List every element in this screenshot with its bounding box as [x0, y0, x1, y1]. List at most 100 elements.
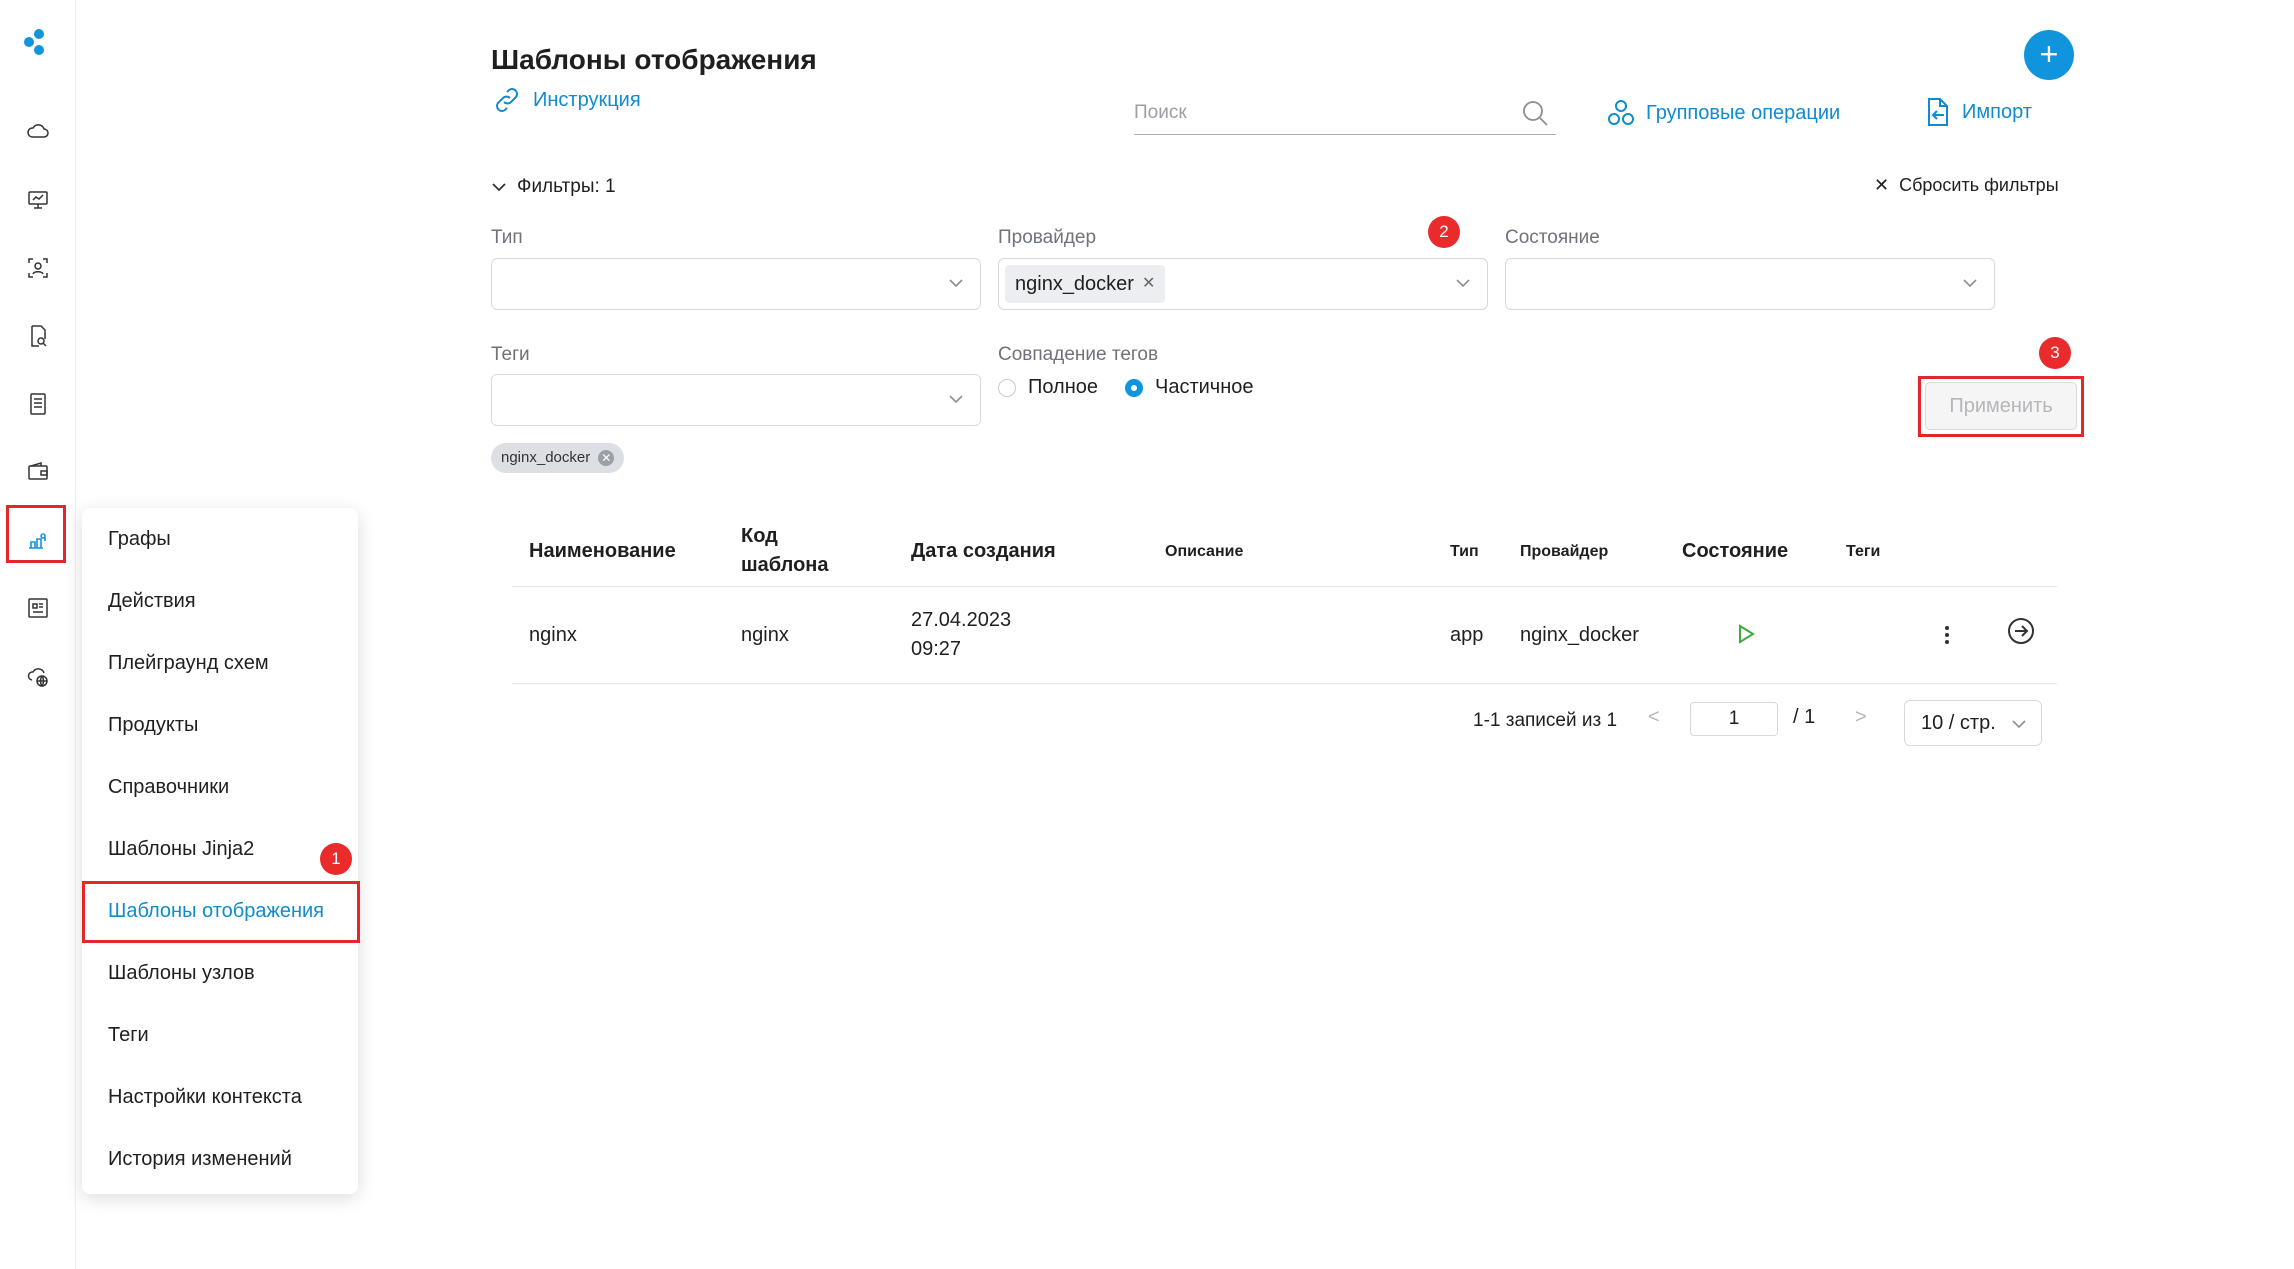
arrow-right-circle-icon[interactable]: [2006, 616, 2036, 646]
menu-item-tags[interactable]: Теги: [108, 1024, 149, 1047]
col-header-description[interactable]: Описание: [1165, 537, 1243, 566]
radio-full[interactable]: Полное: [998, 376, 1098, 399]
group-operations-label: Групповые операции: [1646, 101, 1841, 124]
menu-item-actions[interactable]: Действия: [108, 590, 196, 613]
search-input[interactable]: [1134, 96, 1494, 130]
radio-circle-selected[interactable]: [1125, 378, 1143, 397]
menu-active-highlight: [82, 881, 360, 943]
radio-full-label: Полное: [1028, 376, 1099, 398]
app-logo-icon[interactable]: [22, 28, 50, 56]
filters-label: Фильтры: 1: [517, 176, 616, 197]
cell-code: nginx: [741, 624, 789, 646]
import-label: Импорт: [1962, 100, 2032, 123]
tags-label: Теги: [491, 344, 530, 365]
provider-chip-label: nginx_docker: [1015, 273, 1134, 295]
reset-filters-button[interactable]: ✕ Сбросить фильтры: [1874, 175, 2059, 196]
menu-item-context-settings[interactable]: Настройки контекста: [108, 1086, 302, 1109]
page-total: / 1: [1793, 706, 1816, 728]
chevron-down-icon: [949, 279, 963, 288]
col-header-code-line2[interactable]: шаблона: [741, 551, 829, 580]
instruction-link[interactable]: Инструкция: [491, 88, 641, 112]
col-header-code-line1[interactable]: Код: [741, 522, 778, 551]
close-circle-icon[interactable]: ✕: [598, 450, 615, 466]
tags-select[interactable]: [491, 374, 981, 426]
step-badge-1: 1: [320, 843, 352, 875]
provider-label: Провайдер: [998, 227, 1097, 248]
step-badge-3: 3: [2039, 337, 2071, 369]
pagination-summary: 1-1 записей из 1: [1473, 710, 1618, 731]
type-select[interactable]: [491, 258, 981, 310]
cloud-icon[interactable]: [24, 118, 52, 146]
rail-active-highlight: [6, 505, 66, 563]
applied-tag-label: nginx_docker: [501, 449, 591, 466]
cell-date-line1: 27.04.2023: [911, 609, 1012, 631]
list-document-icon[interactable]: [24, 390, 52, 418]
chevron-down-icon: [1456, 279, 1470, 288]
col-header-name[interactable]: Наименование: [529, 537, 676, 566]
cell-provider: nginx_docker: [1520, 624, 1639, 646]
menu-item-schema-playground[interactable]: Плейграунд схем: [108, 652, 269, 675]
col-header-type[interactable]: Тип: [1450, 537, 1479, 566]
search-icon[interactable]: [1520, 98, 1550, 128]
chevron-down-icon: [492, 183, 506, 192]
col-header-tags[interactable]: Теги: [1846, 537, 1880, 566]
page-number-input[interactable]: 1: [1690, 702, 1778, 736]
cloud-globe-icon[interactable]: [24, 662, 52, 690]
section-menu: Графы Действия Плейграунд схем Продукты …: [82, 508, 358, 1194]
cell-type: app: [1450, 624, 1484, 646]
chevron-down-icon: [1963, 279, 1977, 288]
menu-item-node-templates[interactable]: Шаблоны узлов: [108, 962, 255, 985]
group-operations-button[interactable]: Групповые операции: [1606, 98, 1840, 128]
radio-partial[interactable]: Частичное: [1125, 376, 1254, 399]
header-divider: [512, 586, 2057, 587]
state-label: Состояние: [1505, 227, 1600, 248]
reset-filters-label: Сбросить фильтры: [1899, 175, 2059, 195]
next-page-button[interactable]: >: [1855, 706, 1867, 729]
cell-date-line2: 09:27: [911, 638, 962, 660]
instruction-label: Инструкция: [533, 88, 641, 111]
wallet-icon[interactable]: [24, 458, 52, 486]
state-select[interactable]: [1505, 258, 1995, 310]
more-vertical-icon[interactable]: [1942, 620, 1952, 650]
row-divider: [512, 683, 2057, 684]
link-icon: [496, 88, 518, 112]
radio-partial-label: Частичное: [1155, 376, 1254, 398]
col-header-state[interactable]: Состояние: [1682, 537, 1788, 566]
col-header-provider[interactable]: Провайдер: [1520, 537, 1608, 566]
apply-highlight: [1918, 376, 2084, 437]
page-size-label: 10 / стр.: [1921, 712, 1996, 734]
dashboard-icon[interactable]: [24, 594, 52, 622]
page-size-select[interactable]: 10 / стр.: [1904, 700, 2042, 746]
provider-chip: nginx_docker ✕: [1005, 265, 1166, 303]
group-circles-icon: [1608, 100, 1634, 125]
chevron-down-icon: [2012, 720, 2026, 729]
radio-circle[interactable]: [998, 378, 1016, 397]
col-header-date[interactable]: Дата создания: [911, 537, 1056, 566]
menu-item-jinja2-templates[interactable]: Шаблоны Jinja2: [108, 838, 254, 861]
provider-select[interactable]: nginx_docker ✕: [998, 258, 1488, 310]
document-search-icon[interactable]: [24, 322, 52, 350]
step-badge-2: 2: [1428, 216, 1460, 248]
tag-match-label: Совпадение тегов: [998, 344, 1159, 365]
menu-item-change-history[interactable]: История изменений: [108, 1148, 292, 1171]
menu-item-products[interactable]: Продукты: [108, 714, 198, 737]
type-label: Тип: [491, 227, 523, 248]
add-button[interactable]: +: [2024, 30, 2074, 80]
cell-name[interactable]: nginx: [529, 621, 577, 650]
applied-tag-chip: nginx_docker ✕: [491, 443, 625, 473]
page-title: Шаблоны отображения: [491, 44, 817, 75]
filters-toggle[interactable]: Фильтры: 1: [491, 176, 616, 198]
menu-item-dictionaries[interactable]: Справочники: [108, 776, 229, 799]
play-icon[interactable]: [1737, 624, 1755, 644]
menu-item-graphs[interactable]: Графы: [108, 528, 171, 551]
prev-page-button[interactable]: <: [1648, 706, 1660, 729]
scan-user-icon[interactable]: [24, 254, 52, 282]
left-rail: [0, 0, 76, 1269]
search-box: [1134, 96, 1556, 135]
chevron-down-icon: [949, 395, 963, 404]
import-button[interactable]: Импорт: [1924, 96, 2032, 128]
close-icon: ✕: [1874, 175, 1890, 195]
monitor-icon[interactable]: [24, 186, 52, 214]
remove-icon[interactable]: ✕: [1142, 265, 1155, 303]
import-file-icon: [1928, 98, 1948, 126]
